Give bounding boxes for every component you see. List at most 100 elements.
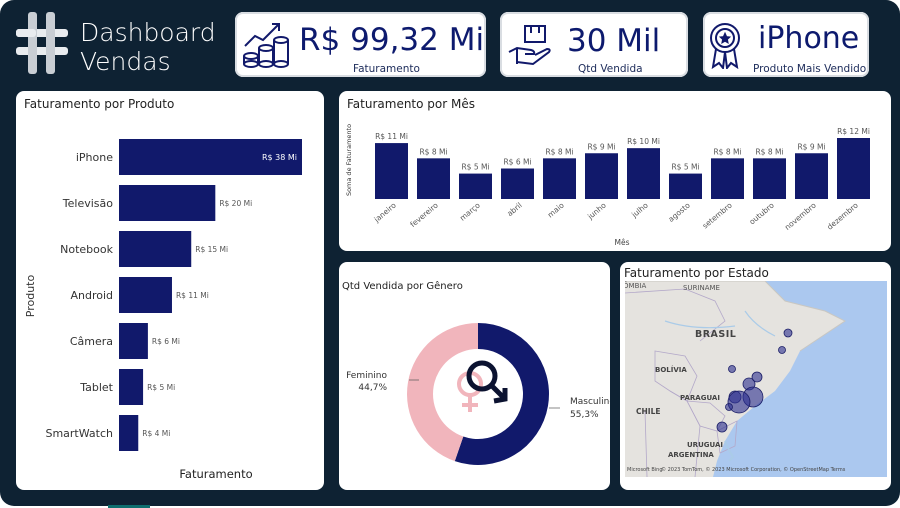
gender-donut-chart: Feminino 44,7% Masculino 55,3% (346, 323, 610, 465)
month-data-label: R$ 5 Mi (461, 163, 489, 172)
product-data-label: R$ 5 Mi (147, 383, 175, 392)
product-data-label: R$ 6 Mi (152, 337, 180, 346)
month-tick-label: agosto (667, 200, 693, 223)
month-tick-label: fevereiro (408, 200, 440, 229)
month-data-label: R$ 8 Mi (419, 147, 447, 156)
month-tick-label: abril (505, 201, 524, 219)
month-data-label: R$ 9 Mi (587, 142, 615, 151)
month-data-label: R$ 8 Mi (755, 147, 783, 156)
month-data-label: R$ 6 Mi (503, 158, 531, 167)
month-data-label: R$ 12 Mi (837, 127, 870, 136)
month-bar-9[interactable] (753, 158, 786, 199)
kpi-top-product-label: Produto Mais Vendido (753, 63, 867, 75)
month-bar-3[interactable] (501, 168, 534, 200)
map-attribution[interactable]: © 2023 TomTom, © 2023 Microsoft Corporat… (661, 467, 845, 473)
month-y-axis-label: Soma de Faturamento (345, 124, 353, 196)
hand-box-icon (508, 25, 551, 66)
product-data-label: R$ 20 Mi (219, 199, 252, 208)
product-bar-chart: Produto Faturamento iPhone R$ 38 Mi Televi… (24, 139, 302, 481)
kpi-quantity-value: 30 Mil (567, 23, 661, 59)
product-bar-1[interactable] (119, 185, 216, 221)
product-data-label: R$ 15 Mi (195, 245, 228, 254)
month-bar-1[interactable] (417, 158, 450, 199)
bubble-goias[interactable] (728, 365, 736, 373)
month-data-label: R$ 8 Mi (545, 147, 573, 156)
month-data-label: R$ 8 Mi (713, 147, 741, 156)
month-tick-label: outubro (748, 200, 777, 226)
bubble-espirito-santo[interactable] (751, 371, 763, 383)
month-x-axis-label: Mês (615, 238, 630, 247)
kpi-revenue-label: Faturamento (353, 63, 420, 75)
product-category-label: Android (70, 289, 113, 302)
kpi-quantity-label: Qtd Vendida (578, 63, 643, 75)
kpi-revenue-card: R$ 99,32 Mi Faturamento (235, 12, 486, 77)
product-bar-3[interactable] (119, 277, 172, 313)
product-bar-4[interactable] (119, 323, 148, 359)
product-x-axis-label: Faturamento (179, 467, 252, 481)
title-line-2: Vendas (80, 47, 171, 76)
month-data-label: R$ 10 Mi (627, 137, 660, 146)
month-bar-0[interactable] (375, 143, 408, 199)
month-bar-chart: Soma de Faturamento Mês R$ 11 Mi janeiro R… (345, 124, 870, 247)
state-revenue-card: Faturamento por Estado COLÔMBIA SURINAME… (620, 262, 891, 490)
month-tick-label: dezembro (825, 200, 860, 231)
month-tick-label: maio (546, 200, 566, 219)
product-revenue-card: Faturamento por Produto Produto Faturame… (16, 91, 324, 490)
dashboard-title: Dashboard Vendas (80, 18, 216, 76)
map-title: Faturamento por Estado (624, 266, 769, 280)
monthly-revenue-card: Faturamento por Mês Soma de Faturamento … (339, 91, 891, 251)
male-percent: 55,3% (570, 410, 599, 420)
title-line-1: Dashboard (80, 18, 216, 47)
product-category-label: SmartWatch (45, 427, 113, 440)
product-category-label: Câmera (70, 335, 113, 348)
bubble-rio-grande-sul[interactable] (716, 421, 728, 433)
state-bubbles (716, 328, 793, 433)
award-ribbon-icon (710, 23, 740, 69)
month-data-label: R$ 11 Mi (375, 132, 408, 141)
product-bar-2[interactable] (119, 231, 192, 267)
month-bar-11[interactable] (837, 138, 870, 199)
hashtag-logo-icon (16, 12, 68, 74)
bubble-bahia[interactable] (783, 328, 793, 338)
month-bar-5[interactable] (585, 153, 618, 199)
kpi-revenue-value: R$ 99,32 Mi (299, 22, 485, 58)
month-tick-label: junho (585, 200, 608, 221)
product-data-label: R$ 4 Mi (142, 429, 170, 438)
product-bar-6[interactable] (119, 415, 139, 451)
month-tick-label: janeiro (372, 200, 399, 224)
kpi-quantity-card: 30 Mil Qtd Vendida (500, 12, 688, 77)
kpi-top-product-value: iPhone (758, 21, 860, 56)
month-data-label: R$ 5 Mi (671, 163, 699, 172)
female-label: Feminino (346, 371, 387, 381)
month-tick-label: março (458, 200, 482, 222)
month-data-label: R$ 9 Mi (797, 142, 825, 151)
product-category-label: iPhone (76, 151, 113, 164)
product-data-label: R$ 38 Mi (262, 153, 297, 162)
product-data-label: R$ 11 Mi (176, 291, 209, 300)
month-bar-8[interactable] (711, 158, 744, 199)
coins-growth-icon (243, 23, 289, 68)
product-category-label: Televisão (62, 197, 113, 210)
female-percent: 44,7% (358, 383, 387, 393)
bubble-santa-catarina[interactable] (725, 403, 733, 411)
logo (14, 10, 70, 76)
dashboard: Dashboard Vendas R$ 99,32 Mi Faturamento… (0, 0, 900, 506)
product-category-label: Tablet (79, 381, 113, 394)
month-tick-label: setembro (701, 200, 734, 230)
product-category-label: Notebook (60, 243, 113, 256)
kpi-top-product-card: iPhone Produto Mais Vendido (703, 12, 869, 77)
gender-quantity-card: Qtd Vendida por Gênero Feminino 44,7% Ma… (339, 262, 610, 490)
state-map[interactable]: COLÔMBIA SURINAME BRASIL BOLÍVIA PARAGUA… (625, 281, 887, 477)
month-tick-label: julho (629, 200, 650, 220)
month-bar-10[interactable] (795, 153, 828, 199)
map-provider: Microsoft Bing (627, 467, 663, 473)
month-tick-label: novembro (783, 200, 818, 232)
product-y-axis-label: Produto (24, 275, 37, 318)
bubble-pernambuco[interactable] (778, 346, 786, 354)
month-bar-6[interactable] (627, 148, 660, 199)
male-label: Masculino (570, 397, 610, 407)
month-bar-7[interactable] (669, 173, 702, 199)
month-bar-4[interactable] (543, 158, 576, 199)
month-bar-2[interactable] (459, 173, 492, 199)
product-bar-5[interactable] (119, 369, 144, 405)
